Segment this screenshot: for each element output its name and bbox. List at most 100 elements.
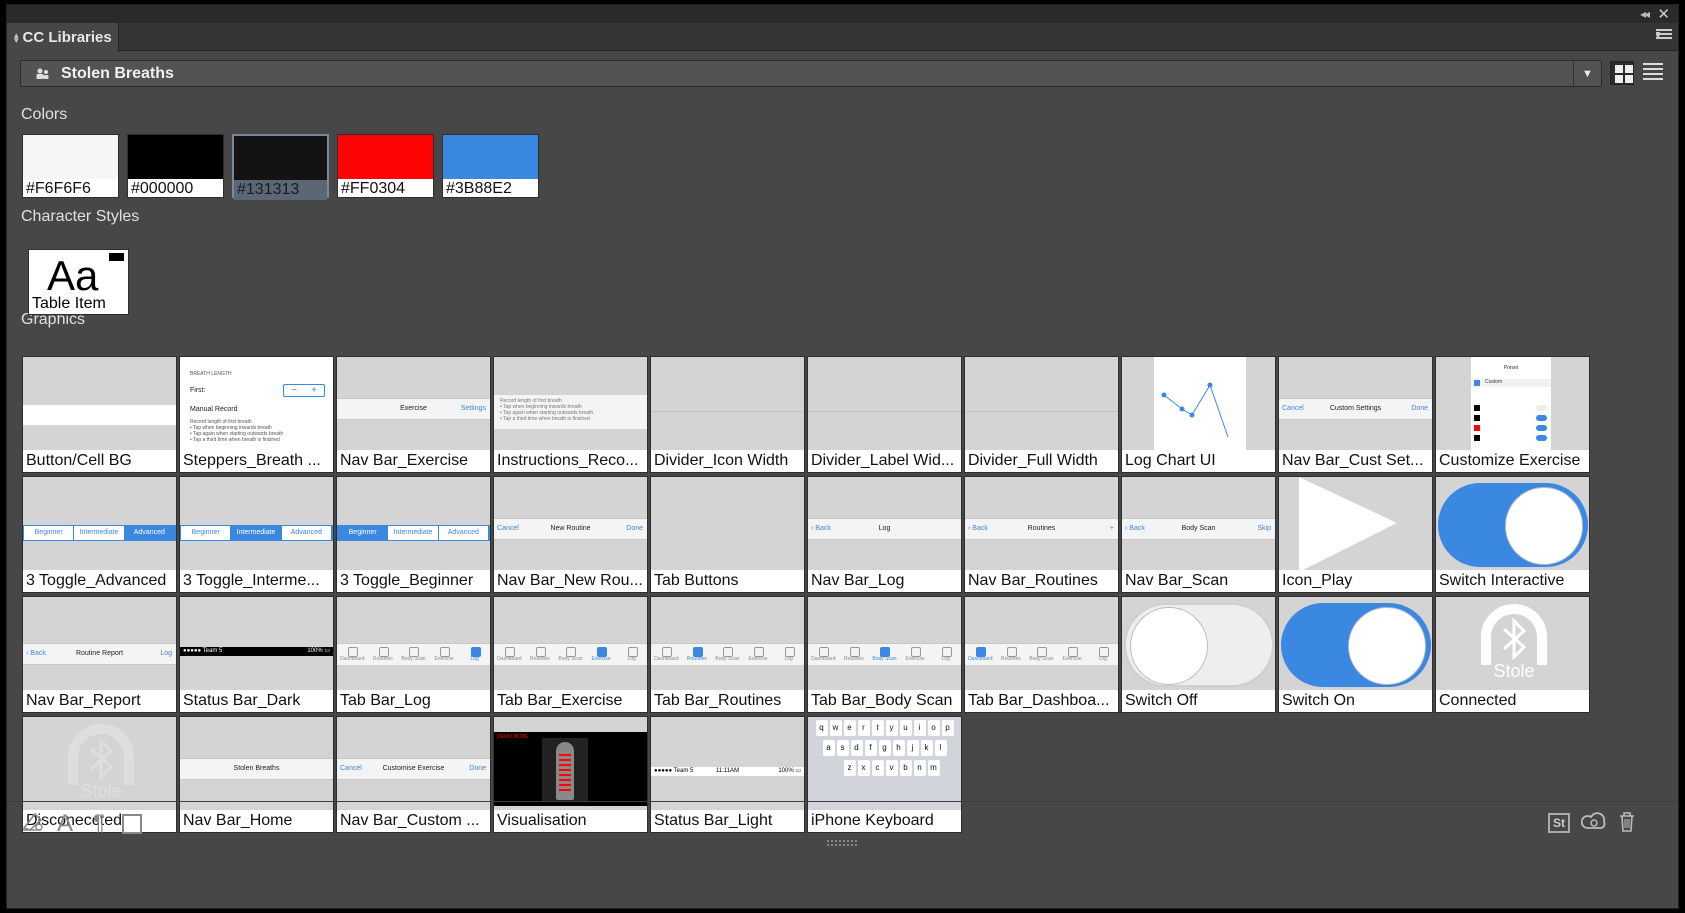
- graphic-name: Switch On: [1279, 690, 1432, 712]
- graphic-thumbnail: ‹ Back Routines +: [965, 477, 1118, 572]
- graphic-thumbnail: [1279, 597, 1432, 692]
- graphic-item[interactable]: Tab Buttons: [650, 476, 805, 593]
- graphic-name: Tab Bar_Dashboa...: [965, 690, 1118, 712]
- graphic-item[interactable]: BREATH LENGTH First: − + Manual Record Record…: [179, 356, 334, 473]
- library-name: Stolen Breaths: [61, 64, 174, 82]
- graphic-item[interactable]: Divider_Icon Width: [650, 356, 805, 473]
- color-swatch-chip: [23, 135, 118, 179]
- graphic-item[interactable]: ‹ Back Log Nav Bar_Log: [807, 476, 962, 593]
- graphic-name: Divider_Icon Width: [651, 450, 804, 472]
- graphic-item[interactable]: Dashboard Routines Body Scan Exercise Log Tab…: [964, 596, 1119, 713]
- section-colors-title: Colors: [21, 106, 68, 123]
- graphic-thumbnail: Record length of first breath • Tap when …: [494, 357, 647, 452]
- color-swatch-hex: #131313: [234, 180, 327, 200]
- graphic-thumbnail: Stole: [23, 717, 176, 812]
- graphic-name: 3 Toggle_Advanced: [23, 570, 176, 592]
- character-style-name: Table Item: [32, 295, 106, 312]
- graphic-thumbnail: [1122, 597, 1275, 692]
- graphic-name: Nav Bar_New Rou...: [494, 570, 647, 592]
- graphic-name: Nav Bar_Exercise: [337, 450, 490, 472]
- panel-menu-icon[interactable]: ▾: [1652, 29, 1672, 43]
- graphic-item[interactable]: Dashboard Routines Body Scan Exercise Log Tab…: [336, 596, 491, 713]
- graphic-name: Instructions_Reco...: [494, 450, 647, 472]
- graphic-name: Switch Interactive: [1436, 570, 1589, 592]
- color-swatch[interactable]: #000000: [127, 134, 224, 198]
- graphic-thumbnail: [965, 357, 1118, 452]
- color-swatch[interactable]: #3B88E2: [442, 134, 539, 198]
- graphic-name: Divider_Label Wid...: [808, 450, 961, 472]
- add-fill-color-icon[interactable]: [122, 814, 142, 834]
- graphic-item[interactable]: Switch Off: [1121, 596, 1276, 713]
- graphic-item[interactable]: Button/Cell BG: [22, 356, 177, 473]
- graphic-name: Steppers_Breath ...: [180, 450, 333, 472]
- panel-title-strip: ◂◂ ✕: [7, 5, 1678, 23]
- graphic-thumbnail: BREATH LENGTH First: − + Manual Record Record…: [180, 357, 333, 452]
- resize-grip[interactable]: [827, 840, 857, 846]
- cc-libraries-panel: ◂◂ ✕ ▴▾ CC Libraries ▾ Stolen Breaths ▼ …: [6, 4, 1679, 909]
- trash-icon[interactable]: [1618, 811, 1636, 839]
- graphic-item[interactable]: Beginner Intermediate Advanced 3 Toggle_Adv…: [22, 476, 177, 593]
- graphic-name: Button/Cell BG: [23, 450, 176, 472]
- creative-cloud-sync-icon[interactable]: [1580, 812, 1607, 838]
- graphic-thumbnail: Dashboard Routines Body Scan Exercise Log: [651, 597, 804, 692]
- chevron-down-icon[interactable]: ▼: [1573, 61, 1601, 86]
- graphic-item[interactable]: Icon_Play: [1278, 476, 1433, 593]
- add-graphic-icon[interactable]: [21, 810, 45, 838]
- color-swatch[interactable]: #F6F6F6: [22, 134, 119, 198]
- color-swatch[interactable]: #131313: [232, 134, 329, 200]
- graphic-item[interactable]: Log Chart UI: [1121, 356, 1276, 473]
- graphic-thumbnail: Cancel New Routine Done: [494, 477, 647, 572]
- graphic-item[interactable]: ●●●●● Team 5 100% ▭ Status Bar_Dark: [179, 596, 334, 713]
- graphic-item[interactable]: Dashboard Routines Body Scan Exercise Log Tab…: [650, 596, 805, 713]
- graphic-item[interactable]: ‹ Back Body Scan Skip Nav Bar_Scan: [1121, 476, 1276, 593]
- add-paragraph-style-icon[interactable]: ¶: [93, 810, 105, 836]
- graphic-thumbnail: [651, 357, 804, 452]
- graphic-thumbnail: [1279, 477, 1432, 572]
- tab-arrows-icon: ▴ ▾: [14, 29, 19, 45]
- graphic-thumbnail: ●●●●● Team 5 11:11AM 100% ▭: [651, 717, 804, 812]
- character-style-table-item[interactable]: Aa Table Item: [28, 249, 129, 315]
- section-character-styles-title: Character Styles: [21, 208, 140, 225]
- graphic-thumbnail: Beginner Intermediate Advanced: [180, 477, 333, 572]
- graphic-item[interactable]: Cancel New Routine Done Nav Bar_New Rou...: [493, 476, 648, 593]
- graphic-item[interactable]: ‹ Back Routine Report Log Nav Bar_Report: [22, 596, 177, 713]
- collapse-panel-icon[interactable]: ◂◂: [1640, 7, 1650, 21]
- graphic-item[interactable]: Preset Custom Customize Exercise: [1435, 356, 1590, 473]
- graphic-name: Tab Bar_Exercise: [494, 690, 647, 712]
- graphic-thumbnail: DEMO MODE: [494, 717, 647, 812]
- color-swatch-chip: [128, 135, 223, 179]
- graphic-item[interactable]: Divider_Label Wid...: [807, 356, 962, 473]
- graphic-item[interactable]: Cancel Custom Settings Done Nav Bar_Cust Se…: [1278, 356, 1433, 473]
- graphic-item[interactable]: Dashboard Routines Body Scan Exercise Log Tab…: [807, 596, 962, 713]
- graphic-item[interactable]: Exercise Settings Nav Bar_Exercise: [336, 356, 491, 473]
- graphic-name: Nav Bar_Report: [23, 690, 176, 712]
- color-swatch[interactable]: #FF0304: [337, 134, 434, 198]
- graphic-item[interactable]: Divider_Full Width: [964, 356, 1119, 473]
- graphic-thumbnail: [808, 357, 961, 452]
- graphic-thumbnail: Dashboard Routines Body Scan Exercise Log: [337, 597, 490, 692]
- graphic-item[interactable]: ‹ Back Routines + Nav Bar_Routines: [964, 476, 1119, 593]
- graphic-item[interactable]: Beginner Intermediate Advanced 3 Toggle_Beg…: [336, 476, 491, 593]
- graphic-item[interactable]: Beginner Intermediate Advanced 3 Toggle_Int…: [179, 476, 334, 593]
- add-character-style-icon[interactable]: A: [57, 810, 73, 838]
- graphic-thumbnail: Dashboard Routines Body Scan Exercise Log: [494, 597, 647, 692]
- graphic-item[interactable]: Record length of first breath • Tap when …: [493, 356, 648, 473]
- tab-cc-libraries[interactable]: ▴ ▾ CC Libraries: [7, 23, 119, 52]
- graphic-item[interactable]: Dashboard Routines Body Scan Exercise Log Tab…: [493, 596, 648, 713]
- graphic-item[interactable]: Switch On: [1278, 596, 1433, 713]
- graphic-name: Log Chart UI: [1122, 450, 1275, 472]
- panel-footer: A ¶ St: [7, 801, 1678, 841]
- adobe-stock-icon[interactable]: St: [1548, 813, 1570, 833]
- color-swatch-chip: [338, 135, 433, 179]
- close-panel-icon[interactable]: ✕: [1657, 5, 1670, 23]
- grid-view-icon[interactable]: [1610, 61, 1634, 85]
- graphic-name: Nav Bar_Routines: [965, 570, 1118, 592]
- graphic-thumbnail: [1122, 357, 1275, 452]
- library-select[interactable]: Stolen Breaths ▼: [20, 60, 1602, 87]
- graphic-item[interactable]: Stole Connected: [1435, 596, 1590, 713]
- graphic-name: Tab Buttons: [651, 570, 804, 592]
- list-view-icon[interactable]: [1643, 63, 1663, 83]
- graphic-name: Nav Bar_Scan: [1122, 570, 1275, 592]
- graphic-item[interactable]: Switch Interactive: [1435, 476, 1590, 593]
- graphic-thumbnail: Beginner Intermediate Advanced: [337, 477, 490, 572]
